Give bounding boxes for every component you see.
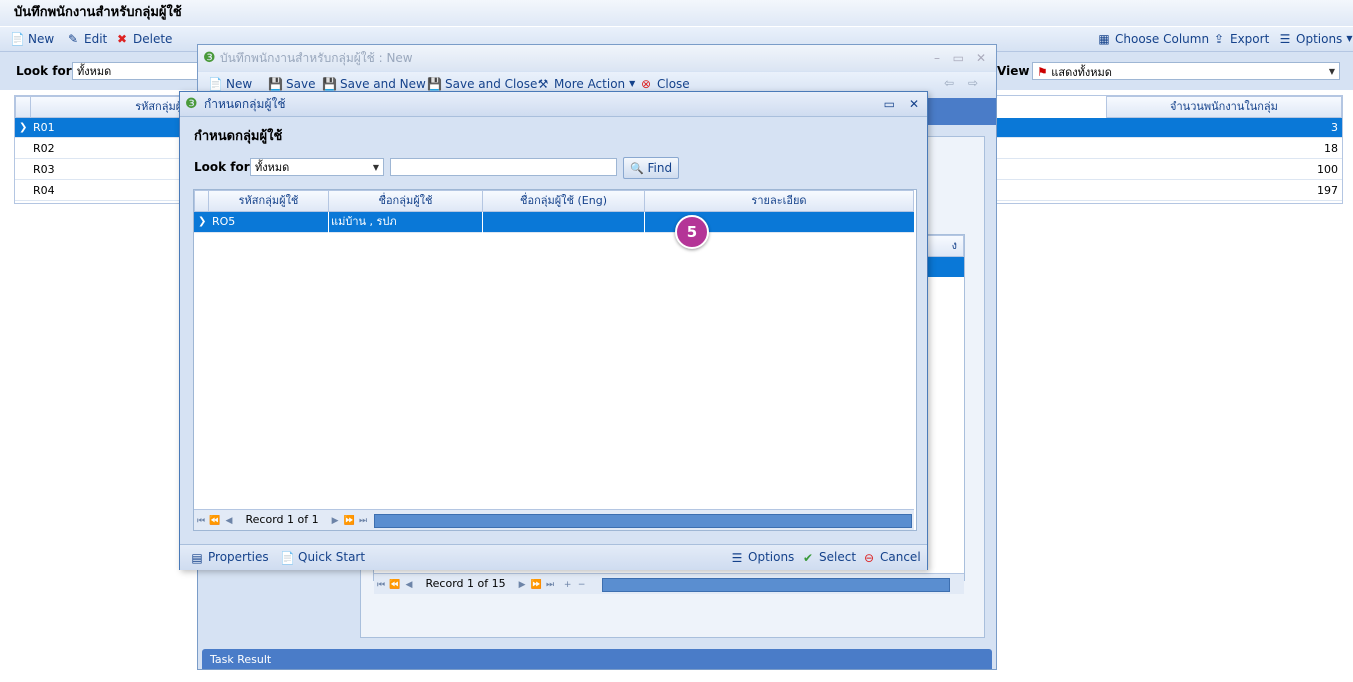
- options-icon: ☰: [731, 550, 743, 565]
- inner-scrollbar[interactable]: [602, 578, 950, 592]
- check-icon: ✔: [802, 550, 814, 565]
- view-label: View: [997, 64, 1030, 78]
- prev-page-fast-icon[interactable]: ⏪: [388, 575, 402, 595]
- next-page-fast-icon[interactable]: ⏩: [342, 511, 356, 531]
- next-page-fast-icon[interactable]: ⏩: [529, 575, 543, 595]
- lookup-search-input[interactable]: [390, 158, 617, 176]
- back-arrow-icon[interactable]: ⇦: [944, 76, 954, 90]
- close-icon[interactable]: ✕: [976, 45, 986, 71]
- chevron-down-icon: ▼: [1328, 67, 1335, 76]
- minimize-icon[interactable]: –: [934, 45, 940, 71]
- save-new-icon: 💾: [322, 77, 337, 91]
- chevron-down-icon: ▼: [1346, 34, 1353, 43]
- new-icon: 📄: [10, 32, 25, 46]
- export-button[interactable]: ⇪ Export: [1212, 27, 1269, 51]
- options-button[interactable]: ☰ Options ▼: [1278, 27, 1353, 51]
- close-icon: ⊗: [640, 77, 652, 91]
- view-select[interactable]: ⚑ แสดงทั้งหมด ▼: [1032, 62, 1340, 80]
- lookup-dialog-title: ❸ กำหนดกลุ่มผู้ใช้ ▭ ✕: [180, 92, 927, 117]
- next-page-icon[interactable]: ▶: [515, 575, 529, 595]
- save-close-icon: 💾: [427, 77, 442, 91]
- inner-pager: ⏮ ⏪ ◀ Record 1 of 15 ▶ ⏩ ⏭ + −: [374, 573, 964, 594]
- lookup-col-name-eng[interactable]: ชื่อกลุ่มผู้ใช้ (Eng): [482, 190, 645, 212]
- forward-arrow-icon[interactable]: ⇨: [968, 76, 978, 90]
- choose-column-button[interactable]: ▦ Choose Column: [1097, 27, 1209, 51]
- row-indicator-icon: ❯: [198, 216, 207, 227]
- lookup-look-for-label: Look for: [194, 160, 250, 174]
- maximize-icon[interactable]: ▭: [953, 45, 964, 71]
- properties-icon: ▤: [191, 550, 203, 565]
- options-icon: ☰: [1279, 32, 1291, 46]
- find-button[interactable]: 🔍 Find: [623, 157, 679, 179]
- lookup-look-for-select[interactable]: ทั้งหมด ▼: [250, 158, 384, 176]
- search-icon: 🔍: [629, 162, 644, 175]
- first-page-icon[interactable]: ⏮: [194, 511, 208, 531]
- chevron-down-icon: ▼: [372, 163, 379, 172]
- lookup-heading: กำหนดกลุ่มผู้ใช้: [194, 129, 283, 144]
- new-button[interactable]: 📄 New: [10, 27, 54, 51]
- lookup-col-detail[interactable]: รายละเอียด: [644, 190, 914, 212]
- tools-icon: ⚒: [537, 77, 549, 91]
- lookup-dialog: ❸ กำหนดกลุ่มผู้ใช้ ▭ ✕ กำหนดกลุ่มผู้ใช้ …: [179, 91, 928, 570]
- first-page-icon[interactable]: ⏮: [374, 575, 388, 595]
- close-icon[interactable]: ✕: [909, 92, 919, 116]
- prev-page-fast-icon[interactable]: ⏪: [208, 511, 222, 531]
- delete-icon: ✖: [116, 32, 128, 46]
- lookup-pager: ⏮ ⏪ ◀ Record 1 of 1 ▶ ⏩ ⏭: [194, 509, 914, 530]
- look-for-select[interactable]: ทั้งหมด: [72, 62, 198, 80]
- col-header-count[interactable]: จำนวนพนักงานในกลุ่ม: [1106, 96, 1342, 118]
- row-indicator-icon: ❯: [19, 122, 28, 133]
- lookup-col-name[interactable]: ชื่อกลุ่มผู้ใช้: [328, 190, 483, 212]
- page-title: บันทึกพนักงานสำหรับกลุ่มผู้ใช้: [0, 0, 1353, 26]
- lookup-col-code[interactable]: รหัสกลุ่มผู้ใช้: [208, 190, 329, 212]
- last-page-icon[interactable]: ⏭: [356, 511, 370, 531]
- edit-button[interactable]: ✎ Edit: [66, 27, 107, 51]
- properties-button[interactable]: ▤ Properties: [190, 545, 268, 570]
- last-page-icon[interactable]: ⏭: [543, 575, 557, 595]
- table-row[interactable]: ❯ RO5 แม่บ้าน , รปภ: [194, 212, 914, 233]
- edit-icon: ✎: [67, 32, 79, 46]
- prev-page-icon[interactable]: ◀: [402, 575, 416, 595]
- remove-icon[interactable]: −: [575, 575, 589, 595]
- maximize-icon[interactable]: ▭: [884, 92, 895, 116]
- export-icon: ⇪: [1213, 32, 1225, 46]
- lookup-options-button[interactable]: ☰ Options: [730, 545, 795, 570]
- app-icon: ❸: [203, 50, 216, 66]
- new-icon: 📄: [208, 77, 223, 91]
- lookup-footer: ▤ Properties 📄 Quick Start ☰ Options ✔ Selec…: [180, 544, 927, 570]
- columns-icon: ▦: [1098, 32, 1110, 46]
- quick-start-button[interactable]: 📄 Quick Start: [280, 545, 365, 570]
- step-badge: 5: [675, 215, 709, 249]
- quick-start-icon: 📄: [280, 550, 295, 565]
- next-page-icon[interactable]: ▶: [328, 511, 342, 531]
- lookup-grid: รหัสกลุ่มผู้ใช้ ชื่อกลุ่มผู้ใช้ ชื่อกลุ่…: [193, 189, 917, 531]
- delete-button[interactable]: ✖ Delete: [115, 27, 172, 51]
- add-icon[interactable]: +: [561, 575, 575, 595]
- app-icon: ❸: [185, 96, 198, 112]
- cancel-button[interactable]: ⊖ Cancel: [862, 545, 921, 570]
- prev-page-icon[interactable]: ◀: [222, 511, 236, 531]
- save-icon: 💾: [268, 77, 283, 91]
- select-button[interactable]: ✔ Select: [801, 545, 856, 570]
- look-for-label: Look for: [16, 64, 72, 78]
- task-result-bar[interactable]: Task Result: [202, 649, 992, 669]
- record-dialog-title: ❸ บันทึกพนักงานสำหรับกลุ่มผู้ใช้ : New –…: [198, 45, 996, 71]
- lookup-scrollbar[interactable]: [374, 514, 912, 528]
- flag-icon: ⚑: [1037, 65, 1048, 79]
- cancel-icon: ⊖: [863, 550, 875, 565]
- col-header-code[interactable]: รหัสกลุ่มผู้ใช้: [30, 96, 200, 118]
